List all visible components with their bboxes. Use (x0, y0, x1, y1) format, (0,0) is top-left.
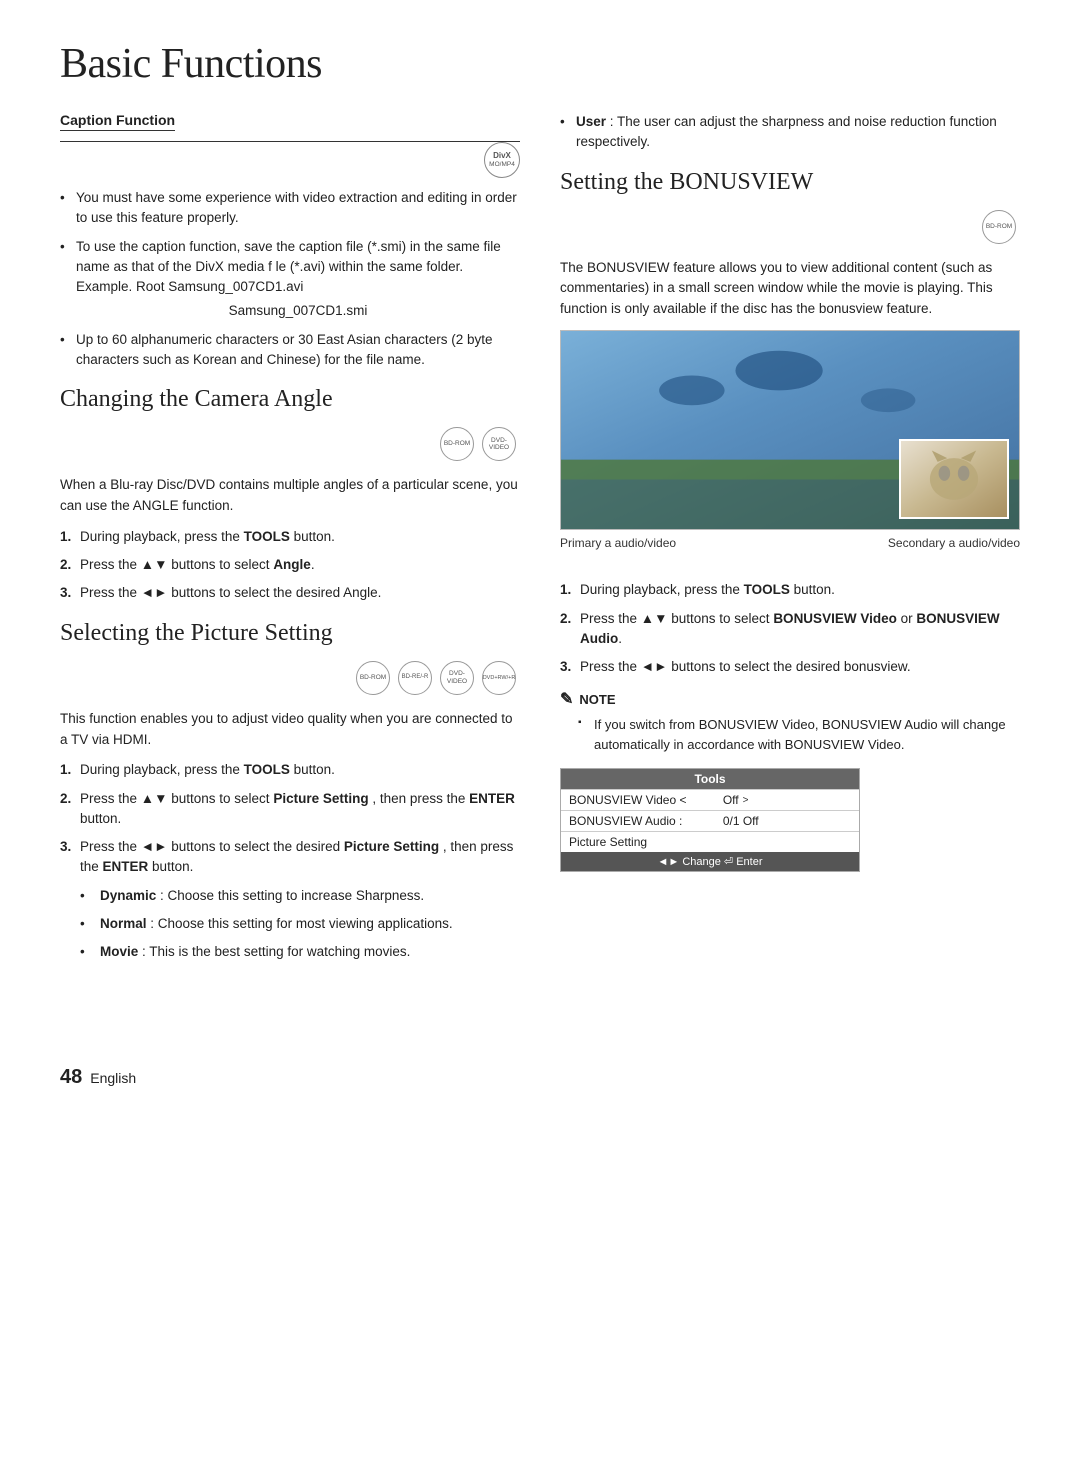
bonusview-pip-box (899, 439, 1009, 519)
page-title: Basic Functions (60, 40, 1020, 88)
note-label: NOTE (579, 692, 615, 707)
note-icon: ✎ (560, 689, 573, 709)
camera-angle-section: Changing the Camera Angle BD-ROM DVD-VID… (60, 386, 520, 604)
camera-angle-badge-row: BD-ROM DVD-VIDEO (60, 423, 520, 465)
picture-sub-movie: Movie : This is the best setting for wat… (80, 942, 520, 962)
caption-function-section: Caption Function DivX MO/MP4 You must ha… (60, 112, 520, 370)
tools-table-row-1: BONUSVIEW Video < Off > (561, 789, 859, 810)
tools-row3-label: Picture Setting (569, 835, 723, 849)
camera-angle-step-3: 3.Press the ◄► buttons to select the des… (60, 583, 520, 603)
note-text-item: If you switch from BONUSVIEW Video, BONU… (578, 715, 1020, 754)
user-bullet: User : The user can adjust the sharpness… (560, 112, 1020, 153)
divx-badge-icon: DivX MO/MP4 (484, 142, 520, 178)
bonusview-primary-label: Primary a audio/video (560, 536, 676, 550)
picture-setting-badge-row: BD-ROM BD-RE/-R DVD-VIDEO DVD+RW/+R (60, 657, 520, 699)
camera-angle-step-1: 1.During playback, press the TOOLS butto… (60, 527, 520, 547)
caption-bullet-list: You must have some experience with video… (60, 188, 520, 370)
bonusview-img-labels: Primary a audio/video Secondary a audio/… (560, 536, 1020, 550)
picture-sub-normal: Normal : Choose this setting for most vi… (80, 914, 520, 934)
picture-setting-heading: Selecting the Picture Setting (60, 620, 520, 647)
tools-row1-label: BONUSVIEW Video < (569, 793, 723, 807)
page-number: 48 (60, 1066, 82, 1089)
bonusview-section: Setting the BONUSVIEW BD-ROM The BONUSVI… (560, 169, 1020, 873)
dvd-video-badge-1: DVD-VIDEO (482, 427, 516, 461)
caption-badge-row: DivX MO/MP4 (60, 142, 520, 178)
caption-bullet-3: Up to 60 alphanumeric characters or 30 E… (60, 330, 520, 371)
camera-angle-steps: 1.During playback, press the TOOLS butto… (60, 527, 520, 604)
picture-step-2: 2.Press the ▲▼ buttons to select Picture… (60, 789, 520, 830)
tools-row3-value (723, 835, 851, 849)
bonusview-image-container: Primary a audio/video Secondary a audio/… (560, 330, 1020, 550)
bonusview-steps: 1.During playback, press the TOOLS butto… (560, 580, 1020, 677)
user-bullet-list: User : The user can adjust the sharpness… (560, 112, 1020, 153)
picture-step-3: 3.Press the ◄► buttons to select the des… (60, 837, 520, 962)
page-number-container: 48 English (60, 976, 520, 1089)
picture-setting-intro: This function enables you to adjust vide… (60, 709, 520, 751)
tools-table-row-3: Picture Setting (561, 831, 859, 852)
camera-angle-heading: Changing the Camera Angle (60, 386, 520, 413)
bd-rom-badge-2: BD-ROM (356, 661, 390, 695)
tools-table-footer: ◄► Change ⏎ Enter (561, 852, 859, 871)
dvd-video-badge-2: DVD-VIDEO (440, 661, 474, 695)
bonusview-step-3: 3.Press the ◄► buttons to select the des… (560, 657, 1020, 677)
tools-row2-value: 0/1 Off (723, 814, 851, 828)
tools-row1-value: Off > (723, 793, 851, 807)
bonusview-step-1: 1.During playback, press the TOOLS butto… (560, 580, 1020, 600)
dvd-rw-r-badge: DVD+RW/+R (482, 661, 516, 695)
bonusview-badge-row: BD-ROM (560, 206, 1020, 248)
picture-setting-steps: 1.During playback, press the TOOLS butto… (60, 760, 520, 962)
camera-angle-intro: When a Blu-ray Disc/DVD contains multipl… (60, 475, 520, 517)
caption-function-heading: Caption Function (60, 112, 175, 131)
tools-table-row-2: BONUSVIEW Audio : 0/1 Off (561, 810, 859, 831)
bd-rom-badge-bonusview: BD-ROM (982, 210, 1016, 244)
tools-table-header: Tools (561, 769, 859, 789)
picture-setting-section: Selecting the Picture Setting BD-ROM BD-… (60, 620, 520, 963)
camera-angle-step-2: 2.Press the ▲▼ buttons to select Angle. (60, 555, 520, 575)
pip-cat-svg (901, 441, 1007, 517)
bd-re-r-badge: BD-RE/-R (398, 661, 432, 695)
picture-sub-dynamic: Dynamic : Choose this setting to increas… (80, 886, 520, 906)
caption-bullet-1: You must have some experience with video… (60, 188, 520, 229)
left-column: Caption Function DivX MO/MP4 You must ha… (60, 112, 520, 1089)
bonusview-heading: Setting the BONUSVIEW (560, 169, 1020, 196)
picture-sub-bullets: Dynamic : Choose this setting to increas… (80, 886, 520, 963)
bonusview-step-2: 2.Press the ▲▼ buttons to select BONUSVI… (560, 609, 1020, 650)
bonusview-intro: The BONUSVIEW feature allows you to view… (560, 258, 1020, 321)
caption-bullet-2: To use the caption function, save the ca… (60, 237, 520, 322)
caption-example-text: Samsung_007CD1.smi (76, 301, 520, 321)
picture-step-1: 1.During playback, press the TOOLS butto… (60, 760, 520, 780)
tools-row1-arrow: > (743, 795, 749, 806)
bonusview-secondary-label: Secondary a audio/video (888, 536, 1020, 550)
tools-table: Tools BONUSVIEW Video < Off > BONUSVIEW … (560, 768, 860, 872)
note-title: ✎ NOTE (560, 689, 1020, 709)
note-text-list: If you switch from BONUSVIEW Video, BONU… (560, 715, 1020, 754)
tools-row2-label: BONUSVIEW Audio : (569, 814, 723, 828)
bonusview-image (560, 330, 1020, 530)
page-number-english: English (90, 1070, 136, 1086)
bd-rom-badge-1: BD-ROM (440, 427, 474, 461)
right-column: User : The user can adjust the sharpness… (560, 112, 1020, 1089)
bonusview-note: ✎ NOTE If you switch from BONUSVIEW Vide… (560, 689, 1020, 754)
